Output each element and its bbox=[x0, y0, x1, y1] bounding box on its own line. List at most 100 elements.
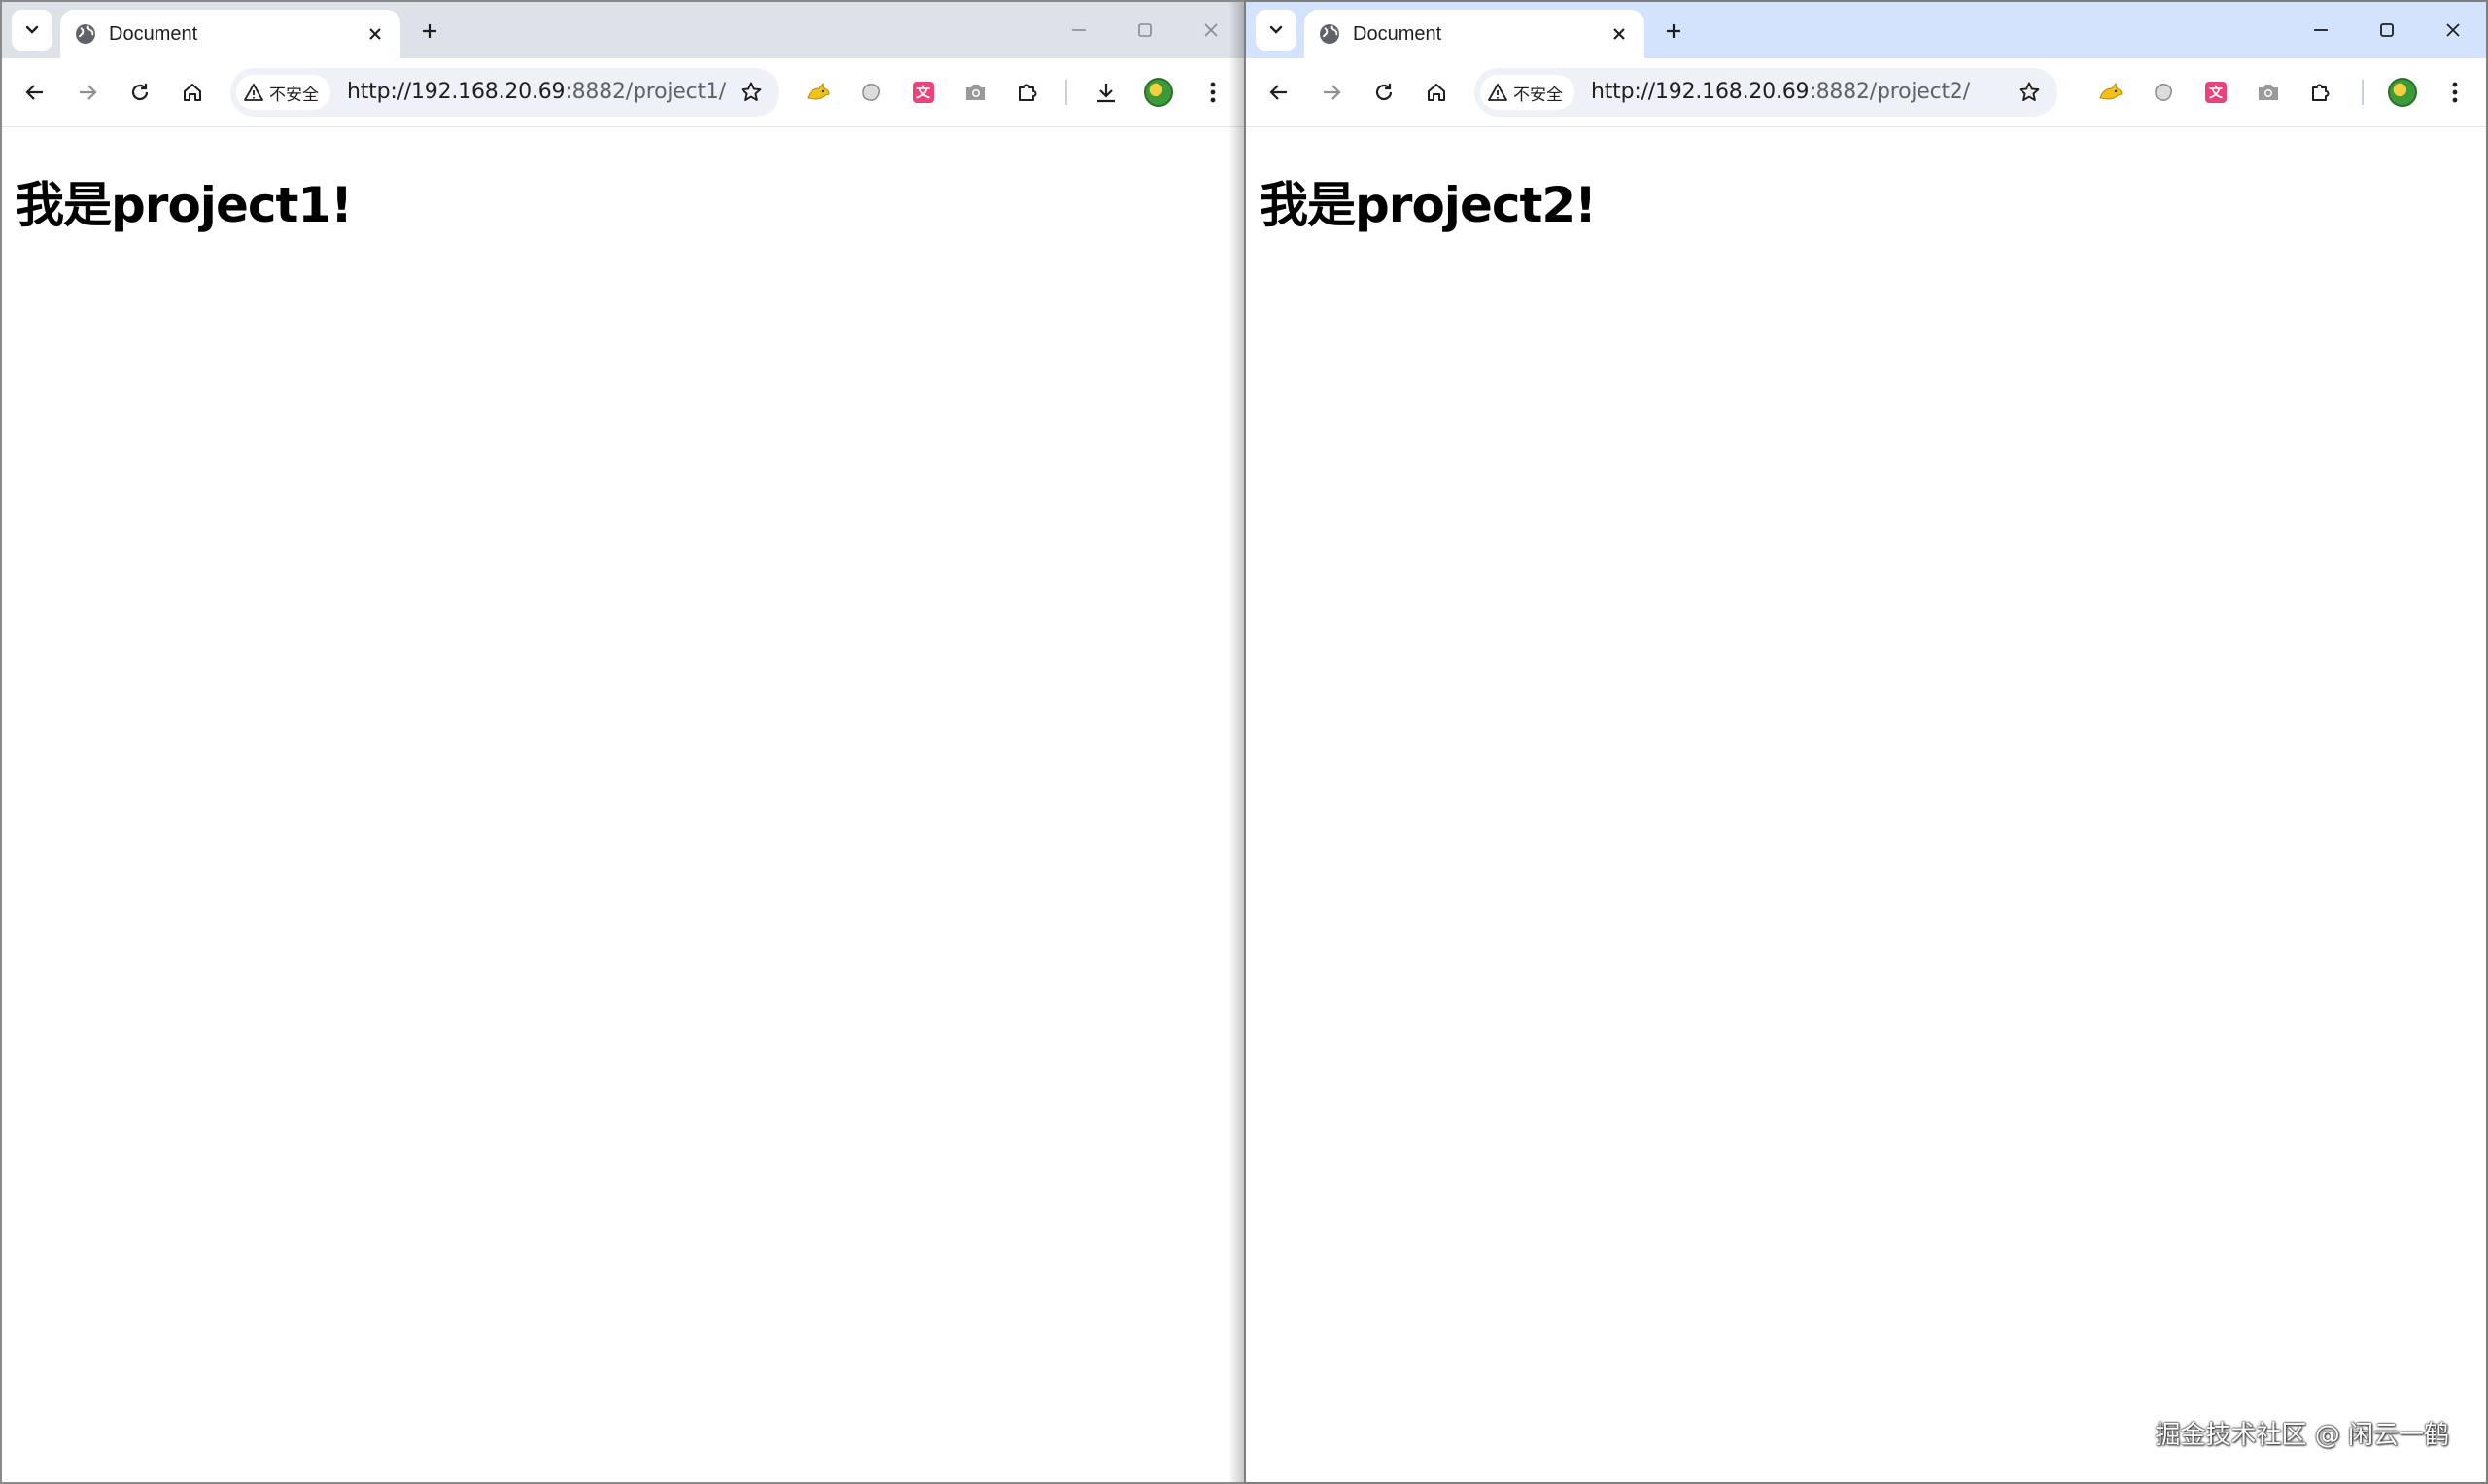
extension-translate-button[interactable]: 文 bbox=[906, 75, 941, 110]
reload-button[interactable] bbox=[122, 75, 157, 110]
tab-document[interactable]: Document bbox=[60, 10, 400, 58]
warning-icon bbox=[1488, 84, 1507, 101]
home-button[interactable] bbox=[1419, 75, 1454, 110]
url-path: :8882/project1/ bbox=[565, 80, 726, 104]
url-host: http://192.168.20.69 bbox=[347, 80, 566, 104]
maximize-button[interactable] bbox=[1112, 2, 1178, 58]
watermark: 掘金技术社区 @ 闲云一鹤 bbox=[2155, 1421, 2449, 1450]
translate-extension-icon: 文 bbox=[913, 82, 934, 103]
arrow-left-icon bbox=[1269, 85, 1287, 100]
new-tab-button[interactable] bbox=[1654, 14, 1693, 49]
url-host: http://192.168.20.69 bbox=[1591, 80, 1810, 104]
home-button[interactable] bbox=[175, 75, 210, 110]
tab-strip: Document bbox=[2, 2, 1244, 58]
extension-camera-button[interactable] bbox=[958, 75, 993, 110]
profile-button[interactable] bbox=[2385, 75, 2420, 110]
forward-button[interactable] bbox=[1314, 75, 1349, 110]
bookmark-star-button[interactable] bbox=[737, 78, 766, 107]
toolbar-separator bbox=[2362, 80, 2364, 105]
extensions-button[interactable] bbox=[1011, 75, 1046, 110]
tab-search-button[interactable] bbox=[1256, 10, 1296, 51]
menu-button[interactable] bbox=[1195, 75, 1230, 110]
download-icon bbox=[1097, 84, 1115, 103]
extensions-button[interactable] bbox=[2303, 75, 2338, 110]
close-window-button[interactable] bbox=[1178, 2, 1244, 58]
translate-extension-icon: 文 bbox=[2205, 82, 2227, 103]
forward-button[interactable] bbox=[70, 75, 105, 110]
navigation-toolbar: 不安全 http://192.168.20.69:8882/project1/ … bbox=[2, 58, 1244, 127]
arrow-right-icon bbox=[1324, 85, 1341, 100]
close-tab-icon[interactable] bbox=[1606, 20, 1633, 48]
close-icon bbox=[1204, 23, 1218, 37]
site-info-chip[interactable]: 不安全 bbox=[236, 75, 330, 110]
url-text[interactable]: http://192.168.20.69:8882/project2/ bbox=[1591, 80, 1970, 105]
navigation-toolbar: 不安全 http://192.168.20.69:8882/project2/ … bbox=[1246, 58, 2486, 127]
extension-camera-button[interactable] bbox=[2251, 75, 2286, 110]
maximize-icon bbox=[1138, 23, 1152, 37]
plus-icon bbox=[1667, 24, 1680, 38]
home-icon bbox=[1428, 84, 1445, 101]
close-window-button[interactable] bbox=[2420, 2, 2486, 58]
more-vert-icon bbox=[2452, 82, 2458, 103]
back-button[interactable] bbox=[1261, 75, 1296, 110]
maximize-button[interactable] bbox=[2354, 2, 2420, 58]
star-icon bbox=[741, 82, 762, 101]
url-text[interactable]: http://192.168.20.69:8882/project1/ bbox=[347, 80, 726, 105]
extension-tamper-button[interactable] bbox=[2093, 75, 2128, 110]
puzzle-icon bbox=[2312, 84, 2330, 101]
minimize-button[interactable] bbox=[2288, 2, 2354, 58]
cat-extension-icon bbox=[807, 82, 830, 100]
chevron-down-icon bbox=[25, 25, 39, 34]
toolbar-separator bbox=[1065, 80, 1067, 105]
security-label: 不安全 bbox=[269, 85, 319, 104]
browser-window-project1: Document 不安全 http://192.168.20.69:8882/p… bbox=[0, 0, 1244, 1484]
back-button[interactable] bbox=[17, 75, 52, 110]
avatar bbox=[1144, 78, 1173, 107]
extension-blob-button[interactable] bbox=[853, 75, 888, 110]
page-heading: 我是project1! bbox=[16, 177, 353, 233]
blob-extension-icon bbox=[2155, 84, 2172, 101]
minimize-button[interactable] bbox=[1046, 2, 1112, 58]
maximize-icon bbox=[2380, 23, 2394, 37]
menu-button[interactable] bbox=[2437, 75, 2472, 110]
minimize-icon bbox=[2314, 29, 2328, 31]
star-icon bbox=[2019, 82, 2040, 101]
reload-button[interactable] bbox=[1366, 75, 1401, 110]
extension-tamper-button[interactable] bbox=[801, 75, 836, 110]
new-tab-button[interactable] bbox=[410, 14, 449, 49]
tab-strip: Document bbox=[1246, 2, 2486, 58]
avatar bbox=[2388, 78, 2417, 107]
tab-title: Document bbox=[109, 23, 198, 45]
downloads-button[interactable] bbox=[1088, 75, 1123, 110]
svg-text:文: 文 bbox=[916, 85, 931, 101]
warning-icon bbox=[244, 84, 263, 101]
svg-text:文: 文 bbox=[2209, 85, 2224, 101]
extension-translate-button[interactable]: 文 bbox=[2198, 75, 2233, 110]
camera-icon bbox=[966, 85, 985, 100]
close-icon bbox=[2446, 23, 2460, 37]
profile-button[interactable] bbox=[1141, 75, 1176, 110]
minimize-icon bbox=[1072, 29, 1086, 31]
more-vert-icon bbox=[1210, 82, 1216, 103]
arrow-right-icon bbox=[80, 85, 97, 100]
close-tab-icon[interactable] bbox=[362, 20, 389, 48]
address-bar[interactable]: 不安全 http://192.168.20.69:8882/project1/ bbox=[230, 68, 779, 117]
tab-search-button[interactable] bbox=[12, 10, 52, 51]
bookmark-star-button[interactable] bbox=[2015, 78, 2044, 107]
globe-icon bbox=[76, 24, 95, 44]
reload-icon bbox=[131, 84, 149, 101]
tab-title: Document bbox=[1353, 23, 1442, 45]
camera-icon bbox=[2259, 85, 2278, 100]
page-heading: 我是project2! bbox=[1260, 177, 1597, 233]
address-bar[interactable]: 不安全 http://192.168.20.69:8882/project2/ bbox=[1474, 68, 2057, 117]
arrow-left-icon bbox=[25, 85, 43, 100]
extension-blob-button[interactable] bbox=[2146, 75, 2181, 110]
reload-icon bbox=[1375, 84, 1393, 101]
cat-extension-icon bbox=[2099, 82, 2123, 100]
globe-icon bbox=[1320, 24, 1339, 44]
puzzle-icon bbox=[1019, 84, 1037, 101]
tab-document[interactable]: Document bbox=[1304, 10, 1644, 58]
site-info-chip[interactable]: 不安全 bbox=[1480, 75, 1574, 110]
url-path: :8882/project2/ bbox=[1809, 80, 1970, 104]
plus-icon bbox=[423, 24, 436, 38]
